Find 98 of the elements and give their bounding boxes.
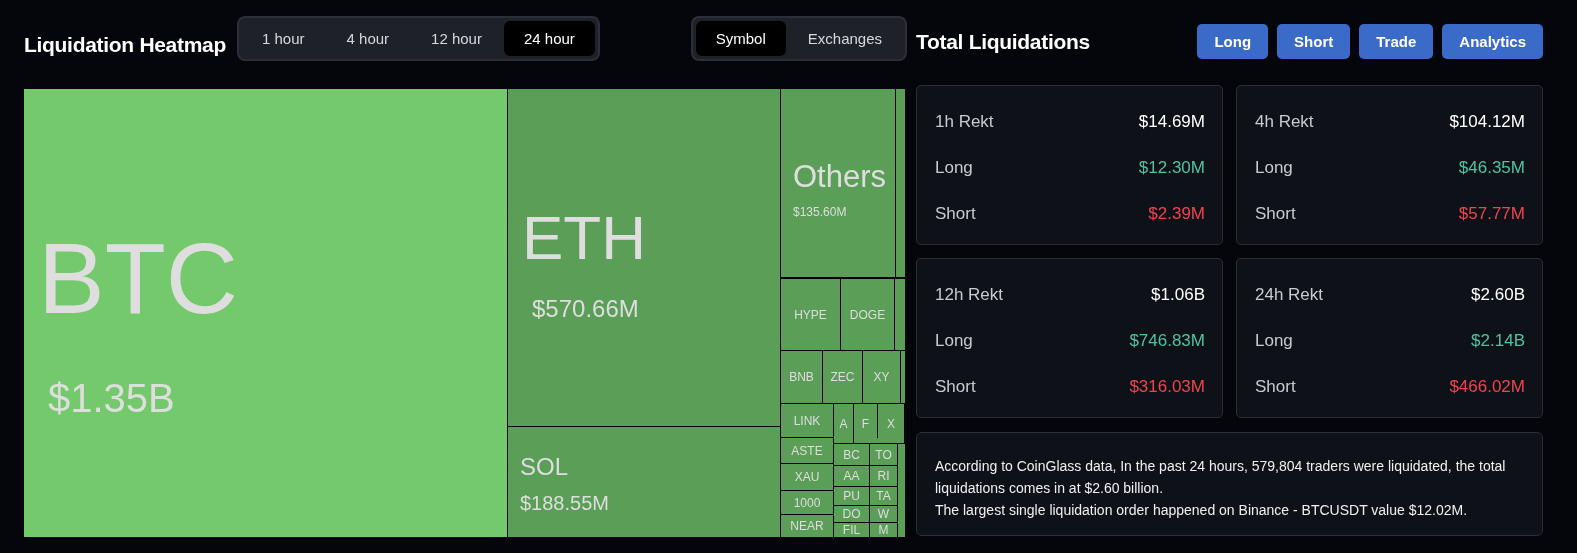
summary-text: According to CoinGlass data, In the past 24 hours, 579,804 traders were liquidated, the total liquidations comes in at $2.60 billion.	[935, 457, 1507, 498]
long-value: $746.83M	[1129, 330, 1205, 351]
treemap-tile[interactable]: DOGE	[841, 279, 894, 350]
tile-label: W	[877, 508, 890, 520]
card-title: 24h Rekt	[1255, 284, 1324, 305]
total-value: $14.69M	[1138, 111, 1205, 132]
treemap-tile[interactable]: BC	[834, 444, 869, 465]
tile-label: 1000	[793, 496, 821, 509]
treemap-tile[interactable]: RI	[870, 466, 897, 486]
tile-label: BC	[843, 448, 860, 461]
long-label: Long	[1255, 157, 1293, 178]
long-label: Long	[1255, 330, 1293, 351]
treemap-tile[interactable]: BNB	[781, 351, 822, 403]
tile-label: Others	[793, 161, 887, 192]
tile-label: NEAR	[790, 520, 824, 532]
treemap-tile[interactable]: 1000	[781, 491, 833, 514]
treemap-tile[interactable]: AA	[834, 466, 869, 486]
total-value: $1.06B	[1151, 284, 1205, 305]
short-label: Short	[935, 376, 976, 397]
tile-label: PU	[843, 490, 860, 502]
tile-label: DOGE	[849, 308, 886, 321]
long-label: Long	[935, 330, 973, 351]
tile-label: ASTE	[791, 444, 823, 457]
treemap-tile[interactable]	[901, 351, 905, 403]
long-label: Long	[935, 157, 973, 178]
tile-label: F	[861, 417, 870, 430]
treemap-tile[interactable]: TA	[870, 487, 897, 505]
period-tab[interactable]: 24 hour	[503, 20, 595, 56]
short-label: Short	[935, 203, 976, 224]
treemap-tile[interactable]: DO	[834, 506, 869, 522]
nav-button[interactable]: Short	[1277, 24, 1351, 59]
treemap-tile[interactable]: BTC $1.35B	[24, 89, 507, 537]
nav-button[interactable]: Analytics	[1442, 24, 1543, 59]
tile-label: M	[878, 524, 889, 536]
tile-label: BTC	[38, 228, 238, 328]
grouping-tab[interactable]: Symbol	[695, 20, 786, 56]
period-tab[interactable]: 4 hour	[326, 20, 410, 56]
tile-label: ETH	[522, 207, 646, 269]
tile-label: AA	[843, 470, 860, 482]
tile-label: BNB	[789, 371, 814, 383]
treemap-tile[interactable]: XY	[863, 351, 900, 403]
tile-label: A	[839, 417, 848, 430]
treemap-tile[interactable]: PU	[834, 487, 869, 505]
card-title: 12h Rekt	[935, 284, 1004, 305]
period-tab[interactable]: 1 hour	[242, 20, 325, 56]
tile-label: ZEC	[830, 371, 855, 383]
treemap-tile[interactable]: M	[870, 523, 897, 537]
short-value: $57.77M	[1458, 203, 1525, 224]
treemap-tile[interactable]: FIL	[834, 523, 869, 537]
short-value: $2.39M	[1148, 203, 1205, 224]
total-value: $2.60B	[1471, 284, 1525, 305]
treemap-tile[interactable]: HYPE	[781, 279, 840, 350]
nav-button[interactable]: Trade	[1359, 24, 1434, 59]
short-label: Short	[1255, 203, 1296, 224]
tile-label: TO	[875, 448, 892, 461]
tile-label: XAU	[794, 471, 820, 483]
tile-value: $135.60M	[793, 206, 847, 218]
tile-value: $570.66M	[532, 297, 639, 321]
tile-label: SOL	[520, 455, 569, 479]
long-value: $2.14B	[1471, 330, 1525, 351]
short-label: Short	[1255, 376, 1296, 397]
treemap-tile[interactable]: ETH $570.66M	[508, 89, 780, 426]
long-value: $12.30M	[1138, 157, 1205, 178]
heatmap-title: Liquidation Heatmap	[24, 32, 226, 57]
treemap-tile[interactable]: NEAR	[781, 515, 833, 537]
short-value: $466.02M	[1449, 376, 1525, 397]
tile-label: RI	[877, 470, 890, 482]
short-value: $316.03M	[1129, 376, 1205, 397]
period-tab[interactable]: 12 hour	[411, 20, 502, 56]
treemap-tile[interactable]: ASTE	[781, 438, 833, 463]
tile-value: $1.35B	[48, 378, 175, 418]
card-title: 4h Rekt	[1255, 111, 1314, 132]
tile-label: LINK	[793, 414, 821, 427]
nav-button[interactable]: Long	[1197, 24, 1269, 59]
treemap-tile[interactable]: XAU	[781, 464, 833, 490]
totals-title: Total Liquidations	[916, 29, 1090, 54]
total-value: $104.12M	[1449, 111, 1525, 132]
tile-label: XY	[873, 371, 890, 383]
treemap-tile[interactable]	[895, 279, 905, 350]
tile-value: $188.55M	[520, 493, 609, 513]
summary-text: The largest single liquidation order happened on Binance - BTCUSDT value $12.02M.	[935, 501, 1469, 520]
treemap-tile[interactable]: W	[870, 506, 897, 522]
treemap-tile[interactable]	[898, 444, 905, 537]
tile-label: DO	[842, 508, 861, 520]
tile-label: FIL	[842, 524, 861, 536]
treemap-tile[interactable]: TO	[870, 444, 897, 465]
long-value: $46.35M	[1458, 157, 1525, 178]
grouping-tab[interactable]: Exchanges	[787, 20, 902, 56]
treemap-tile[interactable]: LINK	[781, 404, 833, 437]
treemap-tile[interactable]: A	[834, 404, 853, 443]
tile-label: X	[887, 417, 895, 430]
treemap-tile[interactable]: SOL $188.55M	[508, 427, 780, 537]
tile-label: HYPE	[794, 308, 827, 321]
treemap-tile[interactable]	[896, 89, 905, 277]
card-title: 1h Rekt	[935, 111, 994, 132]
tile-label: TA	[876, 490, 891, 502]
treemap-tile[interactable]: ZEC	[823, 351, 862, 403]
treemap-tile[interactable]: Others $135.60M	[781, 89, 895, 277]
